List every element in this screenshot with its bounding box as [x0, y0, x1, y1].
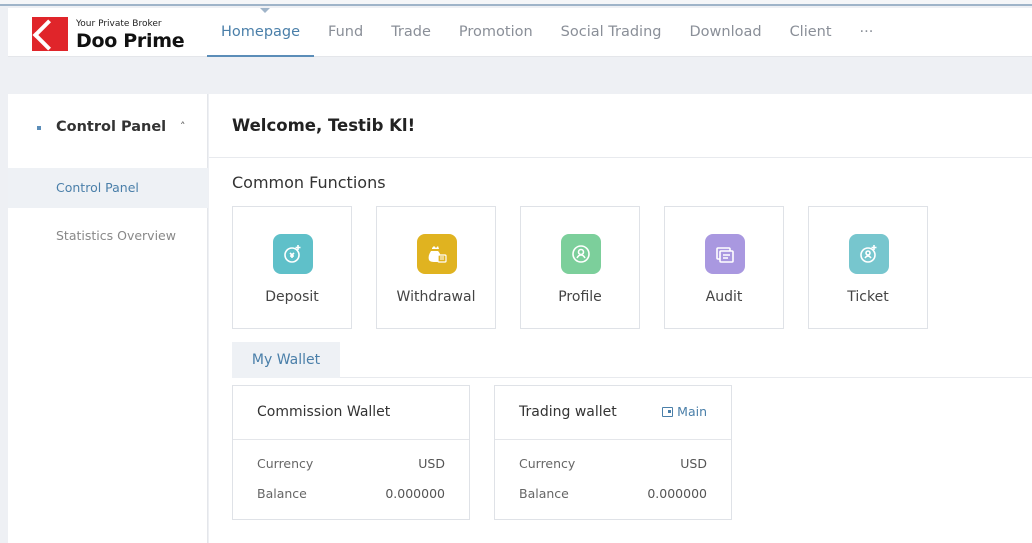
sidebar-group-control-panel[interactable]: Control Panel ˄ [8, 110, 208, 146]
deposit-icon [273, 234, 313, 274]
wallet-icon [662, 406, 674, 417]
profile-label: Profile [558, 289, 602, 305]
deposit-label: Deposit [265, 289, 319, 305]
nav-social-trading[interactable]: Social Trading [547, 8, 676, 57]
commission-wallet-card: Commission Wallet Currency USD Balance 0… [232, 385, 470, 520]
balance-label: Balance [519, 486, 569, 501]
withdrawal-label: Withdrawal [396, 289, 476, 305]
divider [209, 157, 1032, 158]
brand-name: Doo Prime [76, 30, 185, 52]
profile-icon [561, 234, 601, 274]
nav-client[interactable]: Client [776, 8, 846, 57]
main-wallet-badge[interactable]: Main [662, 404, 707, 419]
divider [233, 439, 469, 440]
nav-download[interactable]: Download [675, 8, 775, 57]
nav-trade[interactable]: Trade [377, 8, 445, 57]
deposit-button[interactable]: Deposit [232, 206, 352, 329]
audit-icon [705, 234, 745, 274]
trading-wallet-card: Trading wallet Main Currency USD Balance… [494, 385, 732, 520]
top-accent-bar [0, 0, 1032, 6]
currency-label: Currency [257, 456, 314, 471]
divider [340, 377, 1032, 378]
nav-more[interactable]: ··· [846, 8, 888, 57]
ticket-label: Ticket [847, 289, 889, 305]
sidebar: Control Panel ˄ Control Panel Statistics… [8, 94, 208, 543]
top-navbar: Your Private Broker Doo Prime Homepage F… [8, 8, 1032, 57]
nav-fund[interactable]: Fund [314, 8, 377, 57]
currency-value: USD [418, 456, 445, 471]
chevron-up-icon[interactable]: ˄ [180, 120, 186, 133]
main-content: Welcome, Testib Kl! Common Functions Dep… [209, 94, 1032, 543]
withdrawal-button[interactable]: Withdrawal [376, 206, 496, 329]
bullet-icon [37, 126, 41, 130]
currency-value: USD [680, 456, 707, 471]
sidebar-item-statistics-overview[interactable]: Statistics Overview [8, 216, 208, 256]
brand-tagline: Your Private Broker [76, 19, 162, 29]
welcome-heading: Welcome, Testib Kl! [232, 116, 416, 135]
ticket-button[interactable]: Ticket [808, 206, 928, 329]
tab-my-wallet[interactable]: My Wallet [232, 342, 340, 378]
brand-logo[interactable]: Your Private Broker Doo Prime [32, 17, 192, 52]
wallet-title: Trading wallet [519, 404, 617, 420]
main-nav: Homepage Fund Trade Promotion Social Tra… [207, 8, 887, 57]
balance-value: 0.000000 [647, 486, 707, 501]
active-nav-marker-icon [260, 8, 270, 13]
wallet-title: Commission Wallet [257, 404, 391, 420]
main-badge-label: Main [677, 404, 707, 419]
audit-label: Audit [705, 289, 743, 305]
sidebar-item-control-panel[interactable]: Control Panel [8, 168, 208, 208]
profile-button[interactable]: Profile [520, 206, 640, 329]
audit-button[interactable]: Audit [664, 206, 784, 329]
balance-value: 0.000000 [385, 486, 445, 501]
common-functions-title: Common Functions [232, 173, 386, 192]
withdrawal-icon [417, 234, 457, 274]
ticket-icon [849, 234, 889, 274]
currency-label: Currency [519, 456, 576, 471]
sidebar-group-title: Control Panel [56, 119, 167, 135]
nav-homepage[interactable]: Homepage [207, 8, 315, 57]
balance-label: Balance [257, 486, 307, 501]
doo-prime-logo-icon [32, 17, 68, 51]
nav-promotion[interactable]: Promotion [445, 8, 547, 57]
divider [495, 439, 731, 440]
